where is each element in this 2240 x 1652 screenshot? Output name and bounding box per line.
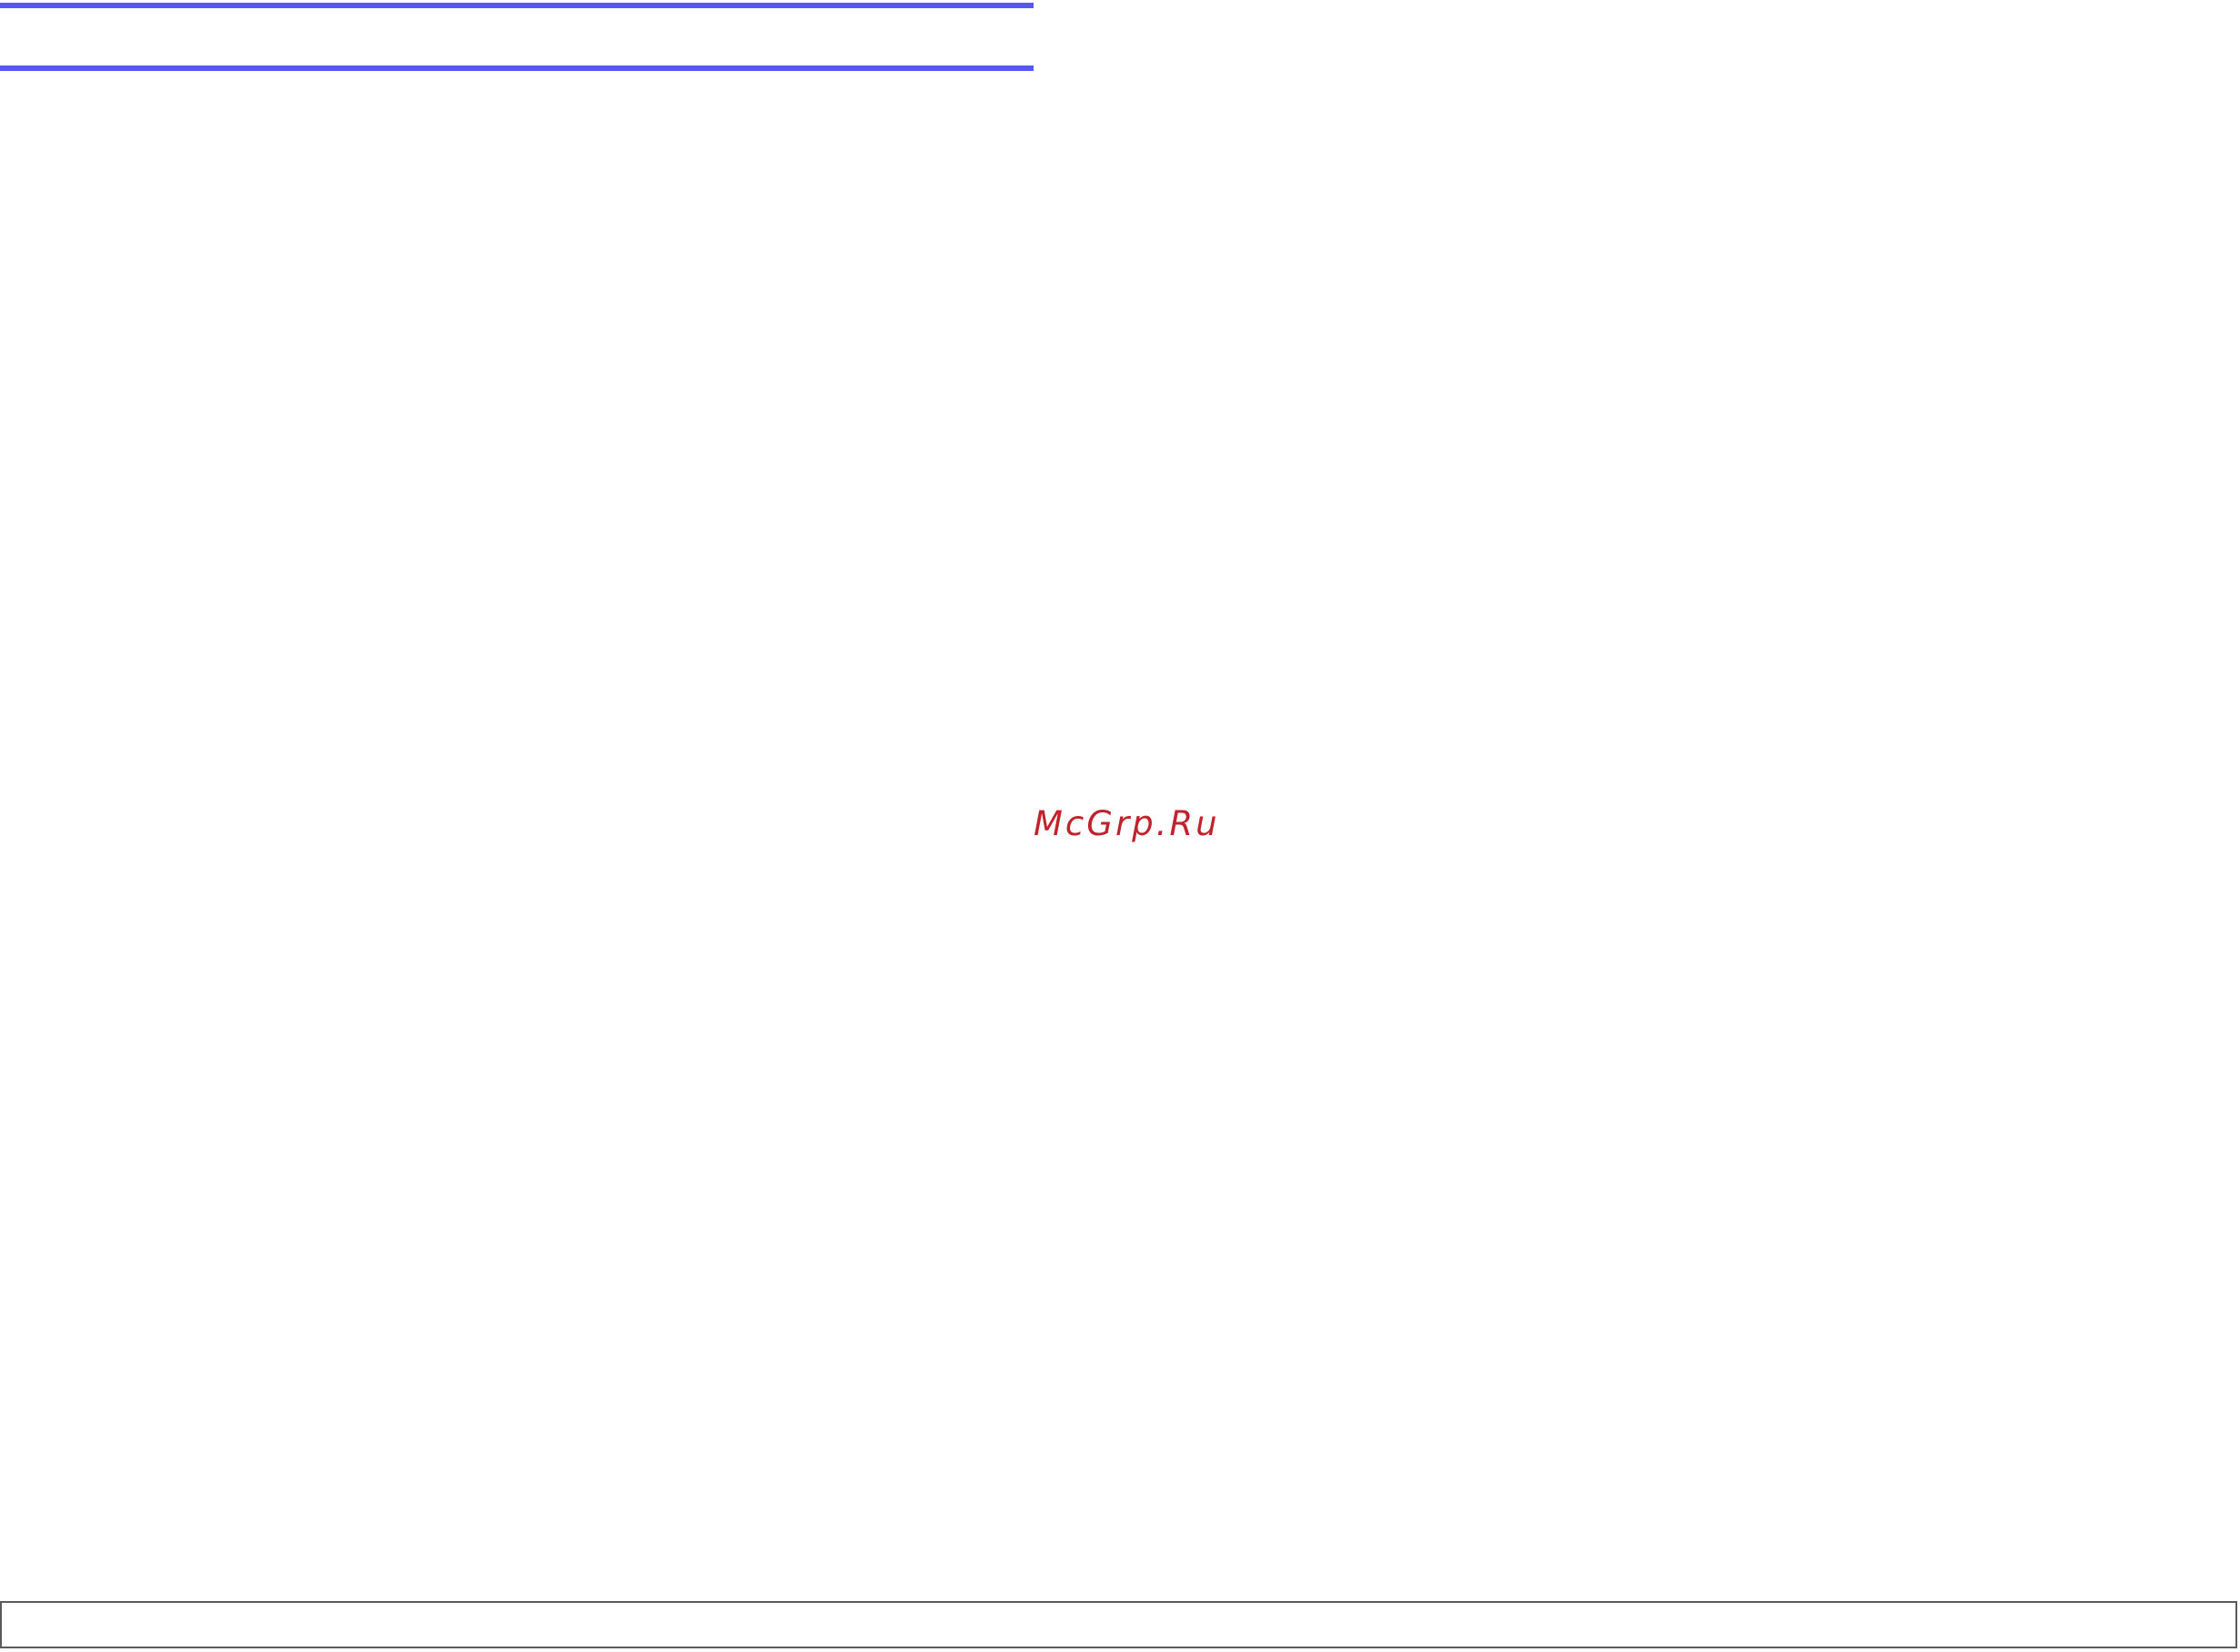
footer-box [0,1601,2237,1648]
header-bottom-rule [0,65,1034,71]
header-top-rule [0,3,1034,8]
watermark-text: McGrp.Ru [1034,804,1220,843]
